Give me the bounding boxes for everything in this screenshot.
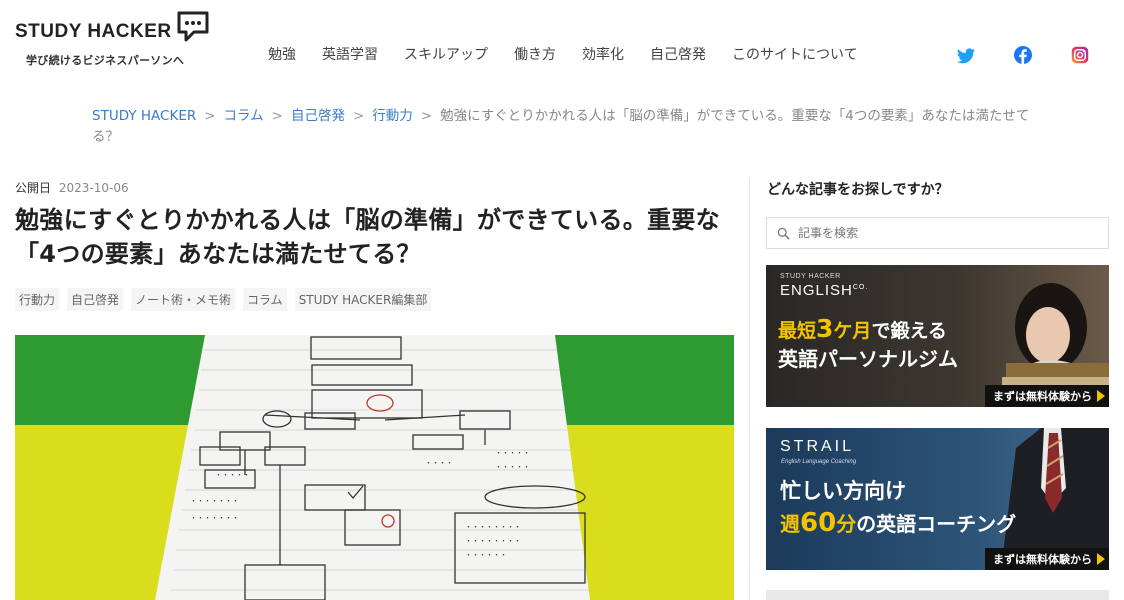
banner-cta-label: まずは無料体験から (993, 390, 1092, 403)
site-tagline: 学び続けるビジネスパーソンへ (26, 54, 185, 67)
search-box (766, 217, 1109, 249)
banner-cta: まずは無料体験から (985, 385, 1109, 407)
tag-list: 行動力 自己啓発 ノート術・メモ術 コラム STUDY HACKER編集部 (15, 288, 439, 311)
banner-headline: 忙しい方向け (780, 479, 906, 503)
banner-brand-suffix: CO. (852, 284, 869, 291)
banner-brand-sub: English Language Coaching (781, 459, 857, 465)
tag-item[interactable]: ノート術・メモ術 (131, 288, 236, 311)
banner-headline-pre: 最短 (778, 320, 817, 342)
tag-item[interactable]: 自己啓発 (67, 288, 124, 311)
banner-headline-post: で鍛える (871, 320, 947, 342)
banner-subheadline: 英語パーソナルジム (778, 347, 958, 371)
banner-brand-small: STUDY HACKER (780, 273, 841, 280)
nav-item-skillup[interactable]: スキルアップ (404, 44, 488, 64)
tag-item[interactable]: STUDY HACKER編集部 (294, 288, 432, 311)
banner-partial[interactable] (766, 590, 1109, 600)
tag-item[interactable]: 行動力 (15, 288, 60, 311)
nav-item-self-development[interactable]: 自己啓発 (650, 44, 706, 64)
banner-cta-label: まずは無料体験から (993, 553, 1092, 566)
banner-english-company[interactable]: STUDY HACKER ENGLISHCO. 最短3ケ月で鍛える 英語パーソナ… (766, 265, 1109, 407)
facebook-icon[interactable] (1014, 46, 1032, 68)
breadcrumb-home[interactable]: STUDY HACKER (92, 108, 196, 124)
banner-strail[interactable]: STRAIL English Language Coaching 忙しい方向け … (766, 428, 1109, 570)
article-title: 勉強にすぐとりかかれる人は「脳の準備」ができている。重要な「4つの要素」あなたは… (15, 206, 720, 268)
svg-text:・・・・・・: ・・・・・・ (465, 551, 507, 559)
published-label: 公開日 (15, 181, 52, 195)
banner-headline-number: 3 (816, 314, 834, 343)
banner-brand-text: ENGLISH (780, 282, 853, 299)
breadcrumb-separator: > (352, 108, 365, 124)
svg-text:・・・・・・・: ・・・・・・・ (190, 514, 239, 522)
banner-subheadline-pre: 週 (780, 512, 800, 536)
tag-item[interactable]: コラム (243, 288, 287, 311)
svg-text:・・・・・: ・・・・・ (215, 471, 250, 479)
twitter-icon[interactable] (956, 46, 976, 70)
banner-brand: STRAIL (780, 438, 855, 455)
banner-brand: ENGLISHCO. (780, 282, 868, 299)
banner-cta: まずは無料体験から (985, 548, 1109, 570)
nav-item-english[interactable]: 英語学習 (322, 44, 378, 64)
publish-meta: 公開日 2023-10-06 (15, 179, 129, 196)
svg-text:・・・・・: ・・・・・ (495, 449, 530, 457)
breadcrumb-self-development[interactable]: 自己啓発 (291, 108, 345, 124)
sidebar-title: どんな記事をお探しですか？ (767, 182, 949, 198)
breadcrumb: STUDY HACKER > コラム > 自己啓発 > 行動力 > 勉強にすぐとりかかれる人は「… (92, 106, 1042, 148)
breadcrumb-separator: > (204, 108, 216, 124)
instagram-icon[interactable] (1071, 46, 1089, 68)
arrow-right-icon (1097, 553, 1105, 565)
banner-subheadline: 週60分の英語コーチング (780, 508, 1016, 538)
breadcrumb-column[interactable]: コラム (224, 108, 264, 124)
banner-headline-unit: ケ月 (833, 320, 872, 342)
notebook-illustration: ・・・・・・・・・・・・ ・・・・・・・・・・・・・・・ ・・・・・・・・・・・… (15, 335, 734, 600)
breadcrumb-separator: > (420, 108, 433, 124)
hero-image: ・・・・・ ・・・・・・・ ・・・・・・・ ・・・・・・・・ ・・・・・・・・ ・・・… (15, 335, 734, 600)
svg-text:・・・・: ・・・・ (425, 459, 453, 467)
banner-headline: 最短3ケ月で鍛える (778, 314, 947, 343)
breadcrumb-action[interactable]: 行動力 (372, 108, 413, 124)
banner-subheadline-unit: 分 (836, 512, 857, 536)
nav-item-about[interactable]: このサイトについて (732, 44, 858, 64)
arrow-right-icon (1097, 390, 1105, 402)
published-date: 2023-10-06 (58, 181, 129, 195)
nav-item-workstyle[interactable]: 働き方 (514, 44, 556, 64)
site-logo[interactable]: STUDY HACKER 学び続けるビジネスパーソンへ (15, 11, 220, 68)
banner-subheadline-number: 60 (800, 508, 837, 538)
search-icon (777, 227, 790, 240)
svg-text:・・・・・・・: ・・・・・・・ (190, 497, 239, 505)
nav-item-study[interactable]: 勉強 (268, 44, 296, 64)
logo-text: STUDY HACKER (15, 21, 172, 42)
svg-text:・・・・・・・・: ・・・・・・・・ (465, 523, 521, 531)
search-input[interactable] (798, 226, 1098, 240)
svg-text:・・・・・・・・: ・・・・・・・・ (465, 537, 521, 545)
banner-subheadline-post: の英語コーチング (856, 512, 1017, 536)
chat-bubble-icon (177, 11, 209, 42)
column-divider (749, 178, 750, 600)
breadcrumb-separator: > (271, 108, 283, 124)
main-nav: 勉強 英語学習 スキルアップ 働き方 効率化 自己啓発 このサイトについて (268, 44, 884, 64)
svg-text:・・・・・: ・・・・・ (495, 463, 530, 471)
nav-item-efficiency[interactable]: 効率化 (582, 44, 624, 64)
